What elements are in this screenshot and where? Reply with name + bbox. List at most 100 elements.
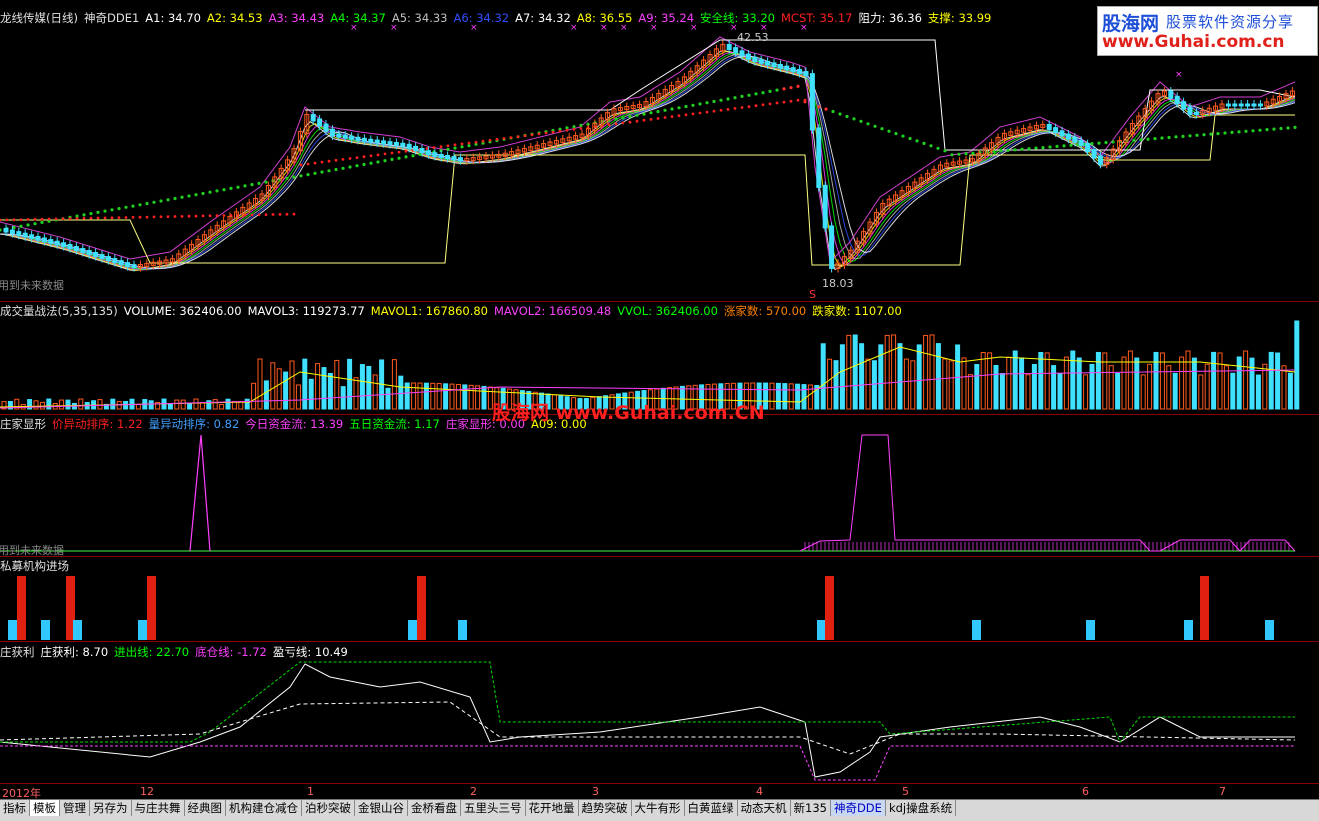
safety-line-dot bbox=[698, 102, 702, 106]
candle-body bbox=[765, 60, 771, 66]
mcst-dot bbox=[712, 109, 716, 113]
safety-line-dot bbox=[1251, 129, 1255, 133]
volume-bar bbox=[1153, 351, 1159, 410]
volume-bar bbox=[411, 382, 417, 410]
volume-bar bbox=[1019, 357, 1025, 410]
tab-18[interactable]: kdj操盘系统 bbox=[886, 800, 957, 817]
mcst-dot bbox=[404, 149, 408, 153]
mcst-dot bbox=[397, 150, 401, 154]
tab-17[interactable]: 神奇DDE bbox=[830, 800, 886, 817]
candle-body bbox=[777, 64, 783, 69]
candle-body bbox=[16, 231, 22, 236]
tab-0[interactable]: 指标 bbox=[0, 800, 30, 817]
safety-line-dot bbox=[705, 101, 709, 105]
site-logo: 股海网 股票软件资源分享 www.Guhai.com.cn bbox=[1097, 6, 1318, 56]
tab-6[interactable]: 机构建仓减仓 bbox=[226, 800, 302, 817]
safety-line-dot bbox=[383, 159, 387, 163]
mcst-dot bbox=[761, 103, 765, 107]
tab-10[interactable]: 五里头三号 bbox=[461, 800, 526, 817]
volume-bar bbox=[283, 371, 289, 410]
tab-2[interactable]: 管理 bbox=[60, 800, 90, 817]
tab-7[interactable]: 泊秒突破 bbox=[302, 800, 355, 817]
mcst-dot bbox=[369, 154, 373, 158]
profit-chart[interactable] bbox=[0, 642, 1319, 783]
fund-bar bbox=[1184, 620, 1193, 640]
safety-line-dot bbox=[187, 194, 191, 198]
safety-line-dot bbox=[1097, 141, 1101, 145]
signal-marker: × bbox=[350, 23, 358, 33]
tab-13[interactable]: 大牛有形 bbox=[632, 800, 685, 817]
safety-line-dot bbox=[285, 176, 289, 180]
volume-bar bbox=[987, 352, 993, 410]
volume-bar bbox=[974, 364, 980, 410]
tab-16[interactable]: 新135 bbox=[791, 800, 831, 817]
candle-body bbox=[125, 262, 131, 268]
mcst-dot bbox=[166, 215, 170, 219]
dealer-chart[interactable] bbox=[0, 415, 1319, 556]
safety-line-dot bbox=[1111, 140, 1115, 144]
mcst-dot bbox=[698, 111, 702, 115]
tab-15[interactable]: 动态天机 bbox=[738, 800, 791, 817]
tab-11[interactable]: 花开地量 bbox=[526, 800, 579, 817]
candle-body bbox=[1193, 111, 1199, 116]
volume-bar bbox=[1179, 356, 1185, 410]
volume-bar bbox=[1211, 351, 1217, 410]
safety-line-dot bbox=[96, 210, 100, 214]
mcst-dot bbox=[61, 217, 65, 221]
volume-bar bbox=[263, 380, 269, 410]
tab-8[interactable]: 金银山谷 bbox=[355, 800, 408, 817]
volume-bar bbox=[423, 382, 429, 410]
template-tab-bar[interactable]: 指标 模板 管理 另存为 与庄共舞 经典图 机构建仓减仓 泊秒突破 金银山谷 金桥看盘 五里头三号花… bbox=[0, 799, 1319, 817]
fund-chart[interactable] bbox=[0, 557, 1319, 641]
mcst-dot bbox=[152, 215, 156, 219]
candle-body bbox=[381, 140, 387, 145]
tab-12[interactable]: 趋势突破 bbox=[579, 800, 632, 817]
mcst-dot bbox=[208, 214, 212, 218]
tab-14[interactable]: 白黄蓝绿 bbox=[685, 800, 738, 817]
fund-bar bbox=[41, 620, 50, 640]
safety-line-dot bbox=[1258, 128, 1262, 132]
safety-line-dot bbox=[775, 88, 779, 92]
profit-panel[interactable]: 庄获利 庄获利: 8.70 进出线: 22.70 底仓线: -1.72 盈亏线: 10.… bbox=[0, 642, 1319, 783]
fund-bar bbox=[1086, 620, 1095, 640]
tab-9[interactable]: 金桥看盘 bbox=[408, 800, 461, 817]
mcst-dot bbox=[649, 118, 653, 121]
volume-bar bbox=[295, 384, 301, 410]
fund-bar bbox=[417, 576, 426, 640]
safety-line-dot bbox=[257, 181, 261, 185]
mcst-dot bbox=[362, 155, 366, 159]
mcst-dot bbox=[89, 216, 93, 220]
volume-bar bbox=[340, 386, 346, 410]
volume-bar bbox=[891, 334, 897, 410]
signal-marker: × bbox=[600, 23, 608, 33]
safety-line-dot bbox=[446, 147, 450, 151]
safety-line-dot bbox=[1006, 148, 1010, 152]
tab-4[interactable]: 与庄共舞 bbox=[132, 800, 185, 817]
volume-bar bbox=[1140, 374, 1146, 410]
fund-panel[interactable]: 私募机构进场 bbox=[0, 557, 1319, 641]
mcst-dot bbox=[187, 214, 191, 218]
safety-line-dot bbox=[572, 125, 576, 129]
volume-bar bbox=[1121, 356, 1127, 410]
volume-bar bbox=[884, 334, 890, 410]
signal-marker: × bbox=[1175, 70, 1183, 80]
volume-bar bbox=[174, 399, 180, 410]
volume-bar bbox=[353, 377, 359, 410]
safety-line-dot bbox=[201, 191, 205, 196]
candle-body bbox=[438, 153, 444, 159]
candle-body bbox=[1078, 139, 1084, 147]
volume-bar bbox=[1044, 352, 1050, 410]
volume-bar bbox=[833, 360, 839, 410]
candle-body bbox=[784, 65, 790, 71]
dealer-panel[interactable]: 庄家显形 价异动排序: 1.22 量异动排序: 0.82 今日资金流: 13.39 五日… bbox=[0, 415, 1319, 556]
tab-5[interactable]: 经典图 bbox=[185, 800, 226, 817]
candle-body bbox=[797, 68, 803, 75]
tab-3[interactable]: 另存为 bbox=[90, 800, 132, 817]
safety-line-dot bbox=[327, 169, 331, 173]
safety-line-dot bbox=[1209, 132, 1213, 136]
volume-bar bbox=[1172, 372, 1178, 410]
safety-line-dot bbox=[1153, 137, 1157, 141]
safety-line-dot bbox=[789, 86, 793, 90]
volume-bar bbox=[1287, 372, 1293, 410]
tab-1[interactable]: 模板 bbox=[30, 800, 60, 817]
